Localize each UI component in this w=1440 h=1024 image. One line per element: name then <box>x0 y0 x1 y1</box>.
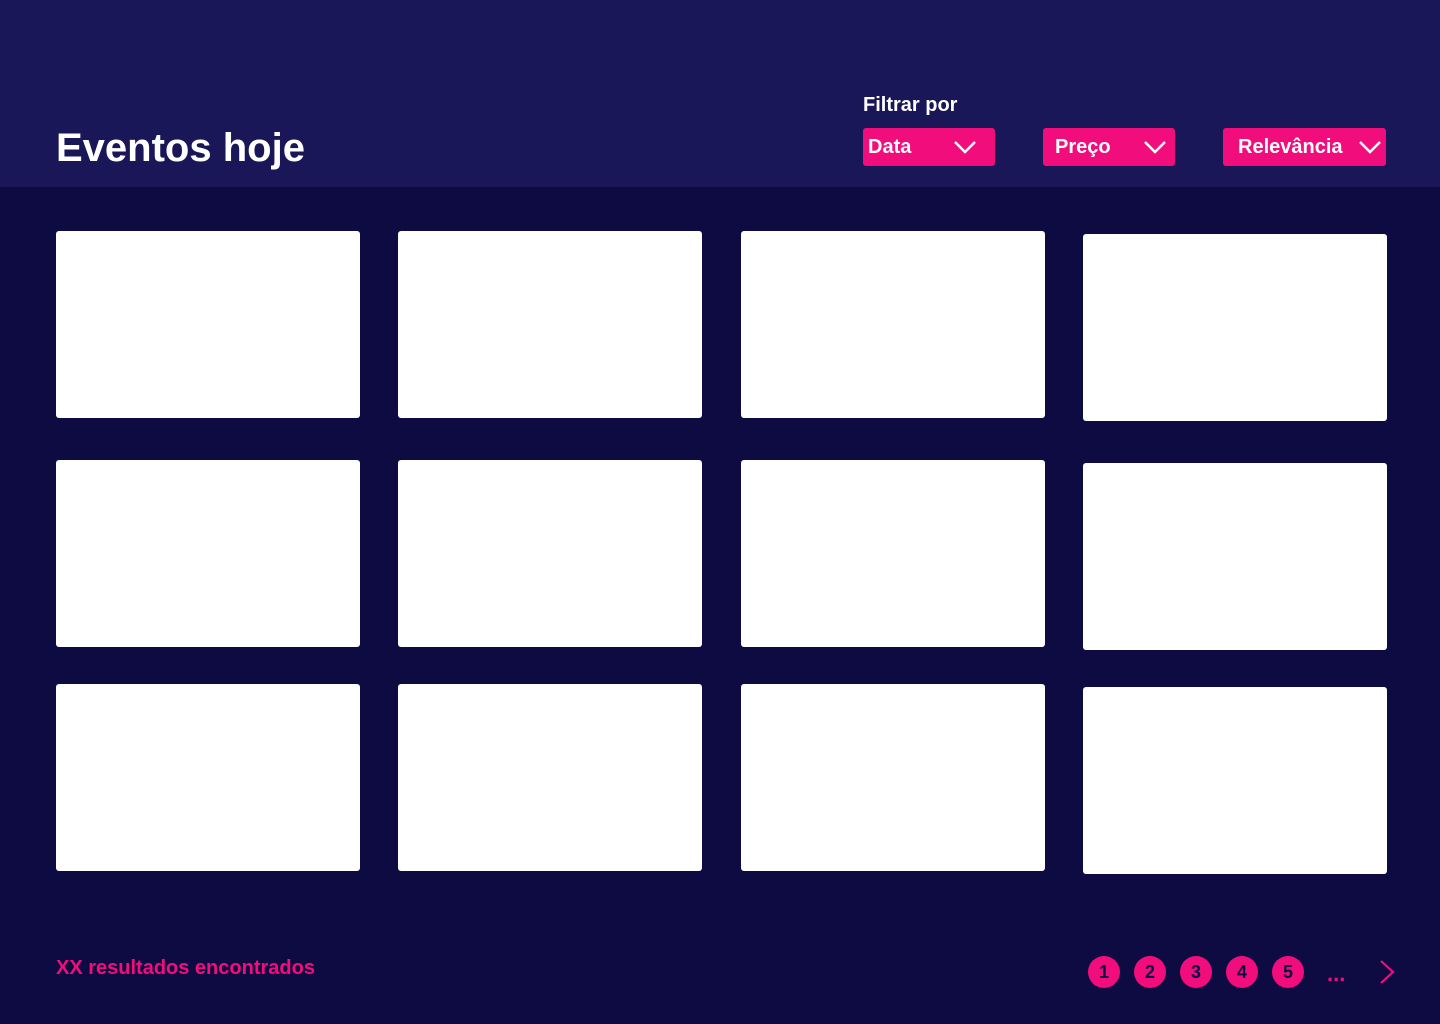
chevron-down-icon <box>1359 141 1381 154</box>
event-card[interactable] <box>1083 687 1387 874</box>
event-card[interactable] <box>741 460 1045 647</box>
event-card[interactable] <box>398 231 702 418</box>
filter-relevance-dropdown[interactable]: Relevância <box>1223 128 1386 166</box>
chevron-down-icon <box>1144 141 1166 154</box>
filter-date-label: Data <box>868 136 912 158</box>
filter-price-label: Preço <box>1055 136 1111 158</box>
page-title: Eventos hoje <box>56 126 305 170</box>
event-card[interactable] <box>56 231 360 418</box>
filter-date-dropdown[interactable]: Data <box>863 128 995 166</box>
page-5-button[interactable]: 5 <box>1272 956 1304 988</box>
chevron-down-icon <box>954 141 976 154</box>
event-card[interactable] <box>398 460 702 647</box>
chevron-right-icon[interactable] <box>1378 958 1396 986</box>
event-card[interactable] <box>56 684 360 871</box>
event-card[interactable] <box>1083 234 1387 421</box>
filter-relevance-label: Relevância <box>1238 136 1343 158</box>
pagination-ellipsis: ... <box>1327 961 1346 986</box>
event-card[interactable] <box>398 684 702 871</box>
event-card[interactable] <box>56 460 360 647</box>
page-3-button[interactable]: 3 <box>1180 956 1212 988</box>
page-header: Eventos hoje Filtrar por Data Preço Rele… <box>0 0 1440 187</box>
filter-price-dropdown[interactable]: Preço <box>1043 128 1175 166</box>
event-card[interactable] <box>741 231 1045 418</box>
filter-label: Filtrar por <box>863 94 958 116</box>
page-2-button[interactable]: 2 <box>1134 956 1166 988</box>
event-card[interactable] <box>1083 463 1387 650</box>
results-count: XX resultados encontrados <box>56 957 315 979</box>
event-card[interactable] <box>741 684 1045 871</box>
page-1-button[interactable]: 1 <box>1088 956 1120 988</box>
page-4-button[interactable]: 4 <box>1226 956 1258 988</box>
